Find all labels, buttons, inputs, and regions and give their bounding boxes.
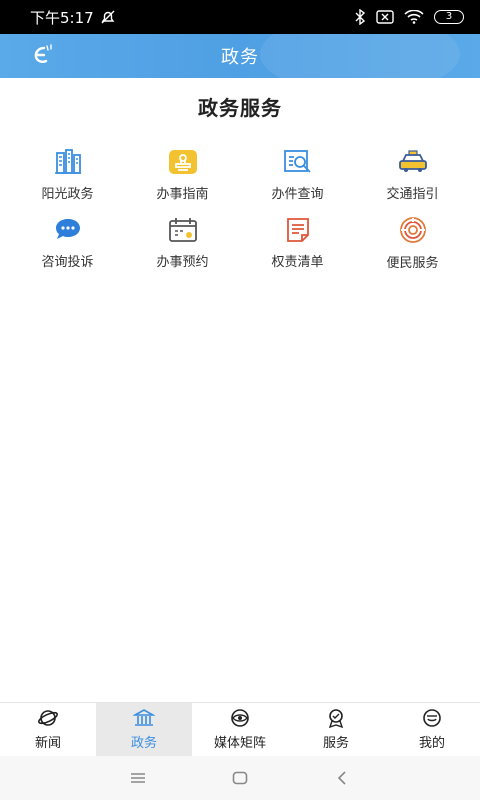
buildings-icon — [53, 148, 83, 175]
sim-off-icon — [376, 10, 394, 24]
calendar-icon — [168, 216, 198, 243]
tab-label: 服务 — [322, 736, 349, 751]
notification-off-icon — [101, 10, 115, 24]
services-grid: 阳光政务 办事指南 办件查询 交通指引 咨询投诉 办事预约 权责清单 便民服务 — [10, 148, 470, 271]
service-traffic-guide[interactable]: 交通指引 — [355, 148, 470, 202]
media-eye-icon — [231, 709, 249, 727]
tab-label: 媒体矩阵 — [213, 736, 266, 751]
app-logo-icon — [34, 44, 52, 63]
chat-smile-icon — [423, 709, 441, 727]
stamp-icon — [168, 148, 198, 175]
home-square-icon — [232, 771, 248, 785]
menu-button[interactable] — [127, 767, 149, 789]
service-label: 权责清单 — [271, 255, 324, 270]
service-label: 办件查询 — [271, 187, 324, 202]
system-nav-bar — [0, 756, 480, 800]
tab-media-matrix[interactable]: 媒体矩阵 — [192, 703, 288, 756]
tab-label: 政务 — [130, 736, 157, 751]
back-chevron-icon — [337, 771, 346, 785]
tab-government[interactable]: 政务 — [96, 703, 192, 756]
search-document-icon — [283, 148, 313, 175]
award-icon — [328, 709, 344, 728]
section-title: 政务服务 — [198, 96, 282, 120]
wifi-icon — [404, 10, 424, 24]
service-responsibility-list[interactable]: 权责清单 — [240, 216, 355, 270]
service-label: 办事预约 — [156, 255, 209, 270]
bottom-tab-bar: 新闻 政务 媒体矩阵 服务 我的 — [0, 702, 480, 756]
tab-label: 新闻 — [34, 736, 61, 751]
service-guide[interactable]: 办事指南 — [125, 148, 240, 202]
home-button[interactable] — [229, 767, 251, 789]
government-building-icon — [133, 709, 155, 726]
battery-indicator: 3 — [434, 10, 464, 24]
service-label: 交通指引 — [386, 187, 439, 202]
service-sunshine-government[interactable]: 阳光政务 — [10, 148, 125, 202]
page-title: 政务 — [221, 47, 259, 68]
tab-news[interactable]: 新闻 — [0, 703, 96, 756]
tab-services[interactable]: 服务 — [288, 703, 384, 756]
app-header: 政务 — [0, 34, 480, 78]
status-time: 下午5:17 — [30, 8, 94, 27]
service-case-query[interactable]: 办件查询 — [240, 148, 355, 202]
fingerprint-spiral-icon — [398, 216, 428, 244]
taxi-icon — [398, 148, 428, 175]
service-label: 阳光政务 — [41, 187, 94, 202]
tab-label: 我的 — [418, 736, 445, 751]
service-consult-complaint[interactable]: 咨询投诉 — [10, 216, 125, 270]
planet-icon — [38, 710, 58, 726]
status-bar: 下午5:17 3 — [0, 0, 480, 34]
menu-icon — [131, 773, 145, 783]
tab-mine[interactable]: 我的 — [384, 703, 480, 756]
back-button[interactable] — [331, 767, 353, 789]
bluetooth-icon — [355, 9, 366, 25]
header-decoration — [260, 34, 460, 78]
chat-bubble-icon — [53, 216, 83, 243]
list-document-icon — [283, 216, 313, 243]
service-label: 便民服务 — [386, 256, 439, 271]
service-appointment[interactable]: 办事预约 — [125, 216, 240, 270]
service-convenience[interactable]: 便民服务 — [355, 216, 470, 271]
service-label: 咨询投诉 — [41, 255, 94, 270]
service-label: 办事指南 — [156, 187, 209, 202]
